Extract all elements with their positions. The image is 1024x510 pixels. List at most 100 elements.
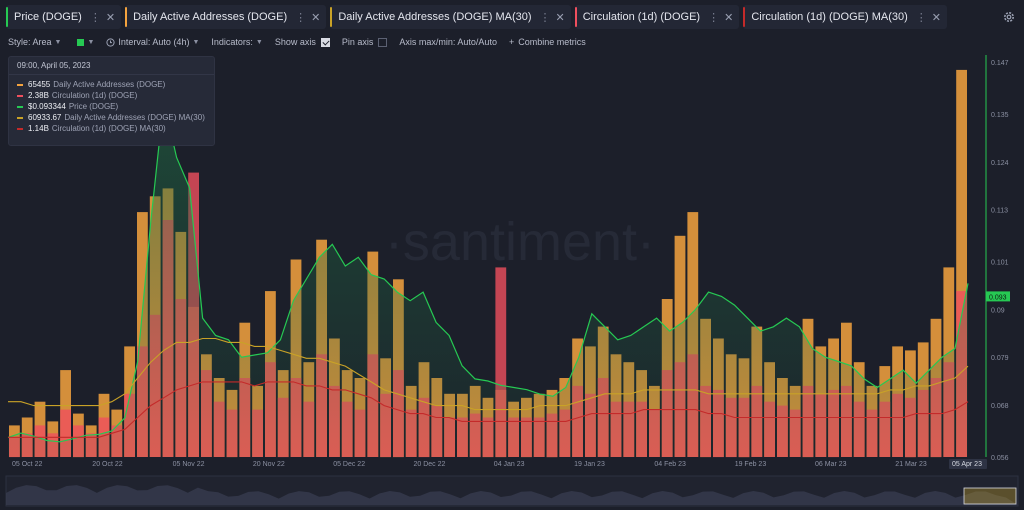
- x-tick-label: 05 Oct 22: [12, 461, 42, 468]
- tab-color-marker: [574, 7, 577, 27]
- tooltip-label: Daily Active Addresses (DOGE): [53, 80, 166, 89]
- indicators-select[interactable]: Indicators: ▼: [211, 37, 262, 47]
- close-icon[interactable]: ✕: [556, 11, 565, 24]
- tab-daily-active-addresses-ma30[interactable]: Daily Active Addresses (DOGE) MA(30) ⋮ ✕: [330, 5, 571, 29]
- show-axis-label: Show axis: [274, 37, 316, 47]
- y-tick-label: 0.124: [991, 160, 1009, 167]
- y-tick-label: 0.113: [991, 208, 1008, 215]
- legend-swatch: [17, 83, 23, 86]
- tab-label: Circulation (1d) (DOGE) MA(30): [751, 11, 908, 23]
- x-tick-label: 04 Jan 23: [494, 461, 525, 468]
- x-tick-label: 20 Oct 22: [92, 461, 122, 468]
- tab-price-doge[interactable]: Price (DOGE) ⋮ ✕: [6, 5, 122, 29]
- more-options-icon[interactable]: ⋮: [295, 11, 306, 24]
- x-end-label: 05 Apr 23: [952, 461, 982, 468]
- tab-color-marker: [6, 7, 8, 27]
- price-axis: 0.147 0.135 0.124 0.113 0.101 0.09 0.079 0.068 0…: [986, 60, 1010, 462]
- tooltip-value: 2.38B: [28, 91, 49, 100]
- y-tick-label: 0.147: [991, 60, 1009, 67]
- y-tick-label: 0.079: [991, 355, 1009, 362]
- combine-metrics-label: Combine metrics: [518, 37, 586, 47]
- x-tick-label: 04 Feb 23: [654, 461, 686, 468]
- show-axis-toggle[interactable]: Show axis: [275, 37, 330, 47]
- x-axis: 05 Oct 22 20 Oct 22 05 Nov 22 20 Nov 22 05 D…: [12, 459, 987, 469]
- tooltip-label: Daily Active Addresses (DOGE) MA(30): [64, 113, 205, 122]
- x-tick-label: 21 Mar 23: [895, 461, 927, 468]
- tooltip-value: 1.14B: [28, 124, 49, 133]
- style-select[interactable]: Style: Area ▼: [8, 37, 61, 47]
- chevron-down-icon: ▼: [192, 38, 200, 46]
- tab-color-marker: [125, 7, 128, 27]
- navigator-minimap[interactable]: [5, 475, 1019, 507]
- more-options-icon[interactable]: ⋮: [90, 11, 101, 24]
- close-icon[interactable]: ✕: [724, 11, 733, 24]
- combine-metrics-button[interactable]: + Combine metrics: [509, 37, 586, 47]
- gear-icon[interactable]: [1002, 10, 1016, 24]
- axis-minmax-select[interactable]: Axis max/min: Auto/Auto: [399, 37, 497, 47]
- legend-swatch: [17, 94, 23, 97]
- x-tick-label: 20 Dec 22: [414, 461, 446, 468]
- close-icon[interactable]: ✕: [311, 11, 320, 24]
- style-label: Style: Area: [8, 37, 52, 47]
- legend-swatch: [17, 116, 23, 119]
- tooltip-value: 65455: [28, 80, 51, 89]
- more-options-icon[interactable]: ⋮: [540, 11, 551, 24]
- current-price-label: 0.093: [989, 294, 1007, 301]
- more-options-icon[interactable]: ⋮: [708, 11, 719, 24]
- interval-label: Interval: Auto (4h): [118, 37, 190, 47]
- chart-options-bar: Style: Area ▼ ▼ Interval: Auto (4h) ▼ In…: [0, 34, 1024, 50]
- minimap-selection[interactable]: [963, 487, 1017, 505]
- chevron-down-icon: ▼: [54, 38, 62, 46]
- metric-tab-bar: Price (DOGE) ⋮ ✕ Daily Active Addresses …: [0, 0, 1024, 34]
- tab-circulation-1d-ma30[interactable]: Circulation (1d) (DOGE) MA(30) ⋮ ✕: [743, 5, 948, 29]
- tooltip-label: Price (DOGE): [68, 102, 119, 111]
- tooltip-value: 60933.67: [28, 113, 62, 122]
- x-tick-label: 19 Jan 23: [574, 461, 605, 468]
- y-tick-label: 0.135: [991, 112, 1009, 119]
- show-axis-checkbox[interactable]: [320, 37, 330, 47]
- watermark: ·santiment·: [385, 212, 655, 272]
- legend-swatch: [17, 105, 23, 108]
- y-tick-label: 0.09: [991, 307, 1005, 314]
- pin-axis-toggle[interactable]: Pin axis: [342, 37, 388, 47]
- price-area-fill: [8, 101, 968, 457]
- color-swatch: [77, 38, 85, 46]
- area-layer: [7, 100, 969, 457]
- legend-swatch: [17, 127, 23, 130]
- x-tick-label: 06 Mar 23: [815, 461, 847, 468]
- chart-tooltip: 09:00, April 05, 2023 65455 Daily Active …: [8, 56, 215, 146]
- y-tick-label: 0.068: [991, 403, 1009, 410]
- y-tick-label: 0.056: [991, 455, 1009, 462]
- x-tick-label: 20 Nov 22: [253, 461, 285, 468]
- tooltip-row: 1.14B Circulation (1d) (DOGE) MA(30): [9, 123, 214, 134]
- plus-icon: +: [508, 37, 515, 47]
- tab-color-marker: [743, 7, 746, 27]
- indicators-label: Indicators:: [211, 37, 253, 47]
- chevron-down-icon: ▼: [87, 38, 95, 46]
- clock-icon: [106, 37, 116, 47]
- x-tick-label: 19 Feb 23: [735, 461, 767, 468]
- close-icon[interactable]: ✕: [106, 11, 115, 24]
- close-icon[interactable]: ✕: [932, 11, 941, 24]
- more-options-icon[interactable]: ⋮: [916, 11, 927, 24]
- tooltip-row: 2.38B Circulation (1d) (DOGE): [9, 90, 214, 101]
- tooltip-row: $0.093344 Price (DOGE): [9, 101, 214, 112]
- tab-circulation-1d[interactable]: Circulation (1d) (DOGE) ⋮ ✕: [574, 5, 740, 29]
- axis-minmax-label: Axis max/min: Auto/Auto: [399, 37, 497, 47]
- chevron-down-icon: ▼: [255, 38, 263, 46]
- tooltip-label: Circulation (1d) (DOGE) MA(30): [51, 124, 166, 133]
- tooltip-value: $0.093344: [28, 102, 66, 111]
- x-tick-label: 05 Nov 22: [173, 461, 205, 468]
- tab-label: Circulation (1d) (DOGE): [582, 11, 701, 23]
- tab-daily-active-addresses[interactable]: Daily Active Addresses (DOGE) ⋮ ✕: [125, 5, 327, 29]
- pin-axis-label: Pin axis: [341, 37, 374, 47]
- x-tick-label: 05 Dec 22: [333, 461, 365, 468]
- color-picker[interactable]: ▼: [73, 38, 95, 46]
- tab-label: Price (DOGE): [14, 11, 82, 23]
- tooltip-row: 65455 Daily Active Addresses (DOGE): [9, 79, 214, 90]
- pin-axis-checkbox[interactable]: [378, 37, 388, 47]
- tab-color-marker: [330, 7, 333, 27]
- interval-select[interactable]: Interval: Auto (4h) ▼: [106, 37, 199, 47]
- tooltip-row: 60933.67 Daily Active Addresses (DOGE) MA…: [9, 112, 214, 123]
- tooltip-date: 09:00, April 05, 2023: [9, 57, 214, 75]
